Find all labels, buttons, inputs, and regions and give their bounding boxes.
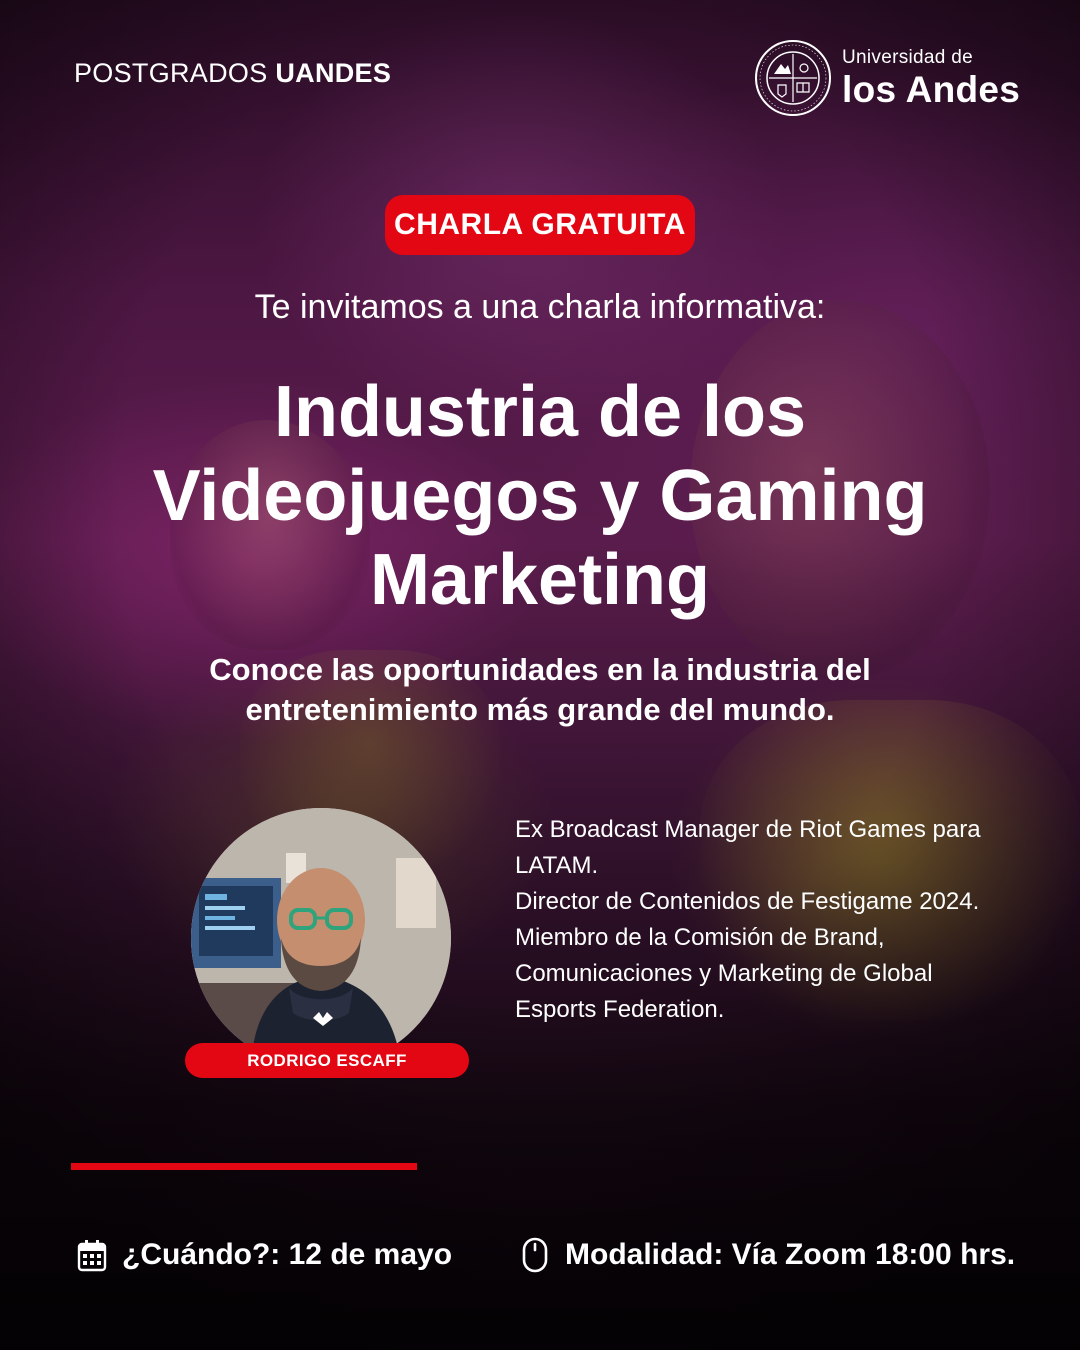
speaker-portrait bbox=[191, 808, 451, 1068]
postgrados-logo-bold: UANDES bbox=[275, 58, 392, 88]
free-talk-badge: CHARLA GRATUITA bbox=[385, 195, 695, 255]
postgrados-logo: POSTGRADOS UANDES bbox=[74, 58, 391, 89]
speaker-avatar bbox=[191, 808, 451, 1068]
speaker-bio-line: Ex Broadcast Manager de Riot Games para bbox=[515, 816, 981, 843]
event-date: ¿Cuándo?: 12 de mayo bbox=[76, 1232, 452, 1278]
speaker-bio-line: Esports Federation. bbox=[515, 996, 725, 1023]
event-date-text: ¿Cuándo?: 12 de mayo bbox=[122, 1238, 453, 1271]
event-title-line: Videojuegos y Gaming bbox=[152, 456, 928, 536]
university-name-small: Universidad de bbox=[842, 47, 973, 68]
speaker-bio-line: Comunicaciones y Marketing de Global bbox=[515, 960, 933, 987]
calendar-icon bbox=[76, 1237, 108, 1273]
event-modality: Modalidad: Vía Zoom 18:00 hrs. bbox=[519, 1232, 1015, 1278]
event-subtitle: Conoce las oportunidades en la industria… bbox=[90, 650, 990, 730]
event-title-line: Industria de los bbox=[273, 372, 807, 452]
event-subtitle-line: Conoce las oportunidades en la industria… bbox=[209, 652, 871, 687]
event-subtitle-line: entretenimiento más grande del mundo. bbox=[245, 692, 835, 727]
speaker-bio-line: Director de Contenidos de Festigame 2024… bbox=[515, 888, 980, 915]
event-title: Industria de los Videojuegos y Gaming Ma… bbox=[40, 370, 1040, 622]
mouse-icon bbox=[519, 1237, 551, 1273]
postgrados-logo-light: POSTGRADOS bbox=[74, 58, 268, 88]
event-modality-text: Modalidad: Vía Zoom 18:00 hrs. bbox=[565, 1238, 1016, 1271]
accent-divider bbox=[71, 1163, 417, 1170]
speaker-bio: Ex Broadcast Manager de Riot Games para … bbox=[515, 812, 1015, 1028]
speaker-bio-line: Miembro de la Comisión de Brand, bbox=[515, 924, 885, 951]
university-seal-icon bbox=[755, 40, 831, 116]
speaker-bio-line: LATAM. bbox=[515, 852, 599, 879]
university-name-big: los Andes bbox=[842, 69, 1021, 110]
invitation-text: Te invitamos a una charla informativa: bbox=[254, 288, 826, 326]
university-logo: Universidad de los Andes bbox=[754, 26, 1024, 130]
event-title-line: Marketing bbox=[369, 540, 711, 620]
speaker-name-badge: RODRIGO ESCAFF bbox=[185, 1043, 469, 1078]
